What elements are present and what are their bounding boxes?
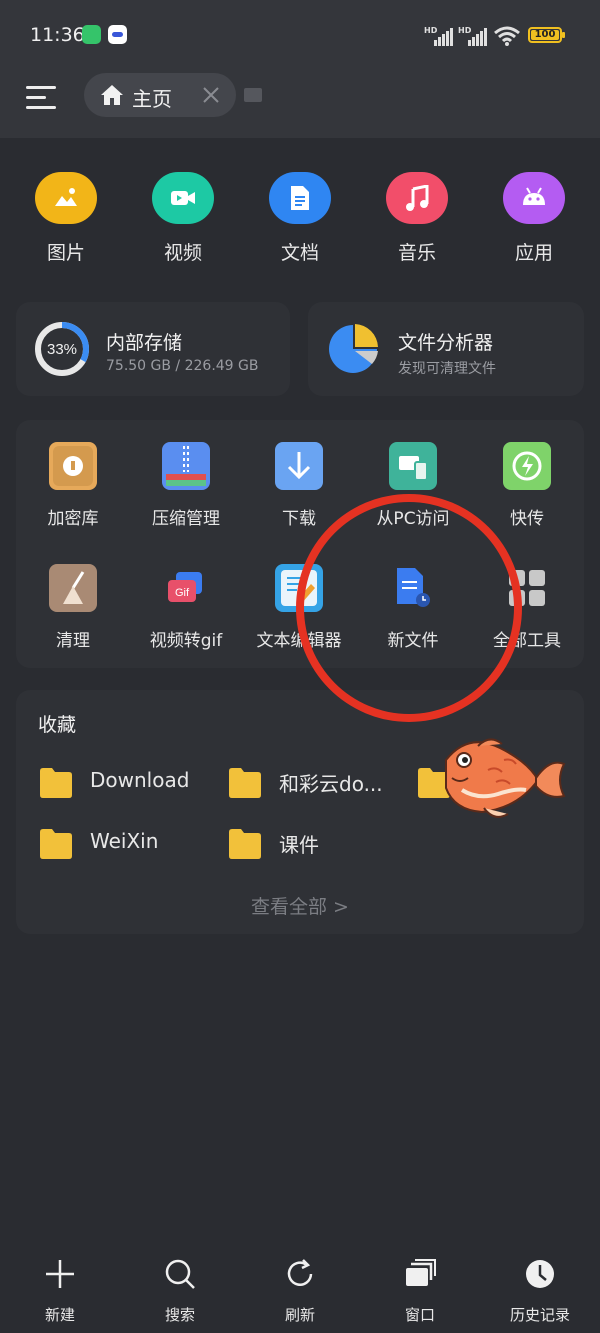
storage-percent: 33% bbox=[47, 341, 77, 358]
plus-icon bbox=[46, 1260, 74, 1288]
cell-signal-1-icon: HD bbox=[424, 26, 454, 46]
document-icon bbox=[269, 172, 331, 224]
gif-icon: Gif bbox=[162, 564, 210, 612]
category-documents[interactable]: 文档 bbox=[254, 172, 344, 272]
category-row: 图片 视频 文档 音乐 应用 bbox=[0, 172, 600, 272]
bottom-navigation: 新建 搜索 刷新 窗口 历史记录 bbox=[0, 1240, 600, 1333]
battery-icon: 100 bbox=[528, 27, 565, 43]
internal-storage-card[interactable]: 33% 内部存储 75.50 GB / 226.49 GB bbox=[16, 302, 290, 396]
cell-signal-2-icon: HD bbox=[458, 26, 488, 46]
status-time: 11:36 bbox=[30, 24, 85, 46]
nav-label: 搜索 bbox=[164, 1306, 195, 1324]
analyzer-title: 文件分析器 bbox=[398, 332, 494, 354]
broom-icon bbox=[49, 564, 97, 612]
category-label: 视频 bbox=[163, 242, 202, 264]
hamburger-menu-icon[interactable] bbox=[26, 84, 56, 110]
zip-icon bbox=[162, 442, 210, 490]
android-icon bbox=[503, 172, 565, 224]
mi-app-icon bbox=[82, 25, 101, 44]
close-icon[interactable] bbox=[200, 84, 222, 106]
safe-icon bbox=[49, 442, 97, 490]
category-images[interactable]: 图片 bbox=[20, 172, 110, 272]
tool-label: 视频转gif bbox=[149, 631, 223, 651]
nav-label: 历史记录 bbox=[509, 1306, 570, 1324]
view-all-link[interactable]: 查看全部 > bbox=[16, 892, 584, 919]
tab-label: 主页 bbox=[132, 87, 172, 111]
tool-vault[interactable]: 加密库 bbox=[16, 442, 130, 542]
category-label: 图片 bbox=[46, 242, 85, 264]
tabs-overview-icon[interactable] bbox=[244, 88, 262, 102]
folder-icon bbox=[40, 768, 72, 798]
battery-level: 100 bbox=[531, 30, 559, 40]
search-icon bbox=[165, 1259, 195, 1289]
refresh-icon bbox=[287, 1259, 313, 1286]
favorites-title: 收藏 bbox=[38, 714, 77, 736]
category-label: 应用 bbox=[514, 242, 553, 264]
nav-label: 新建 bbox=[44, 1306, 75, 1324]
folder-icon bbox=[229, 768, 261, 798]
nav-label: 窗口 bbox=[404, 1306, 435, 1324]
category-videos[interactable]: 视频 bbox=[137, 172, 227, 272]
annotation-circle bbox=[296, 494, 522, 722]
nav-windows[interactable]: 窗口 bbox=[360, 1240, 480, 1333]
pc-access-icon bbox=[389, 442, 437, 490]
nav-history[interactable]: 历史记录 bbox=[480, 1240, 600, 1333]
folder-name: 和彩云do... bbox=[279, 772, 383, 796]
tool-label: 加密库 bbox=[47, 509, 99, 529]
nav-new[interactable]: 新建 bbox=[0, 1240, 120, 1333]
folder-name: WeiXin bbox=[90, 829, 159, 853]
download-icon bbox=[275, 442, 323, 490]
windows-icon bbox=[406, 1259, 436, 1286]
tab-home[interactable]: 主页 bbox=[84, 73, 236, 117]
nav-label: 刷新 bbox=[284, 1306, 315, 1324]
network-type-label: HD bbox=[458, 26, 472, 35]
tool-label: 清理 bbox=[56, 631, 90, 651]
category-music[interactable]: 音乐 bbox=[371, 172, 461, 272]
folder-icon bbox=[229, 829, 261, 859]
storage-usage: 75.50 GB / 226.49 GB bbox=[106, 358, 259, 374]
clock-icon bbox=[526, 1260, 554, 1288]
music-icon bbox=[386, 172, 448, 224]
nav-search[interactable]: 搜索 bbox=[120, 1240, 240, 1333]
tool-cleaner[interactable]: 清理 bbox=[16, 564, 130, 664]
wifi-icon bbox=[494, 26, 520, 46]
video-icon bbox=[152, 172, 214, 224]
svg-text:Gif: Gif bbox=[175, 587, 190, 599]
pie-chart-icon bbox=[329, 324, 378, 373]
nav-refresh[interactable]: 刷新 bbox=[240, 1240, 360, 1333]
home-icon bbox=[101, 85, 123, 105]
analyzer-subtitle: 发现可清理文件 bbox=[398, 361, 496, 377]
quick-transfer-icon bbox=[503, 442, 551, 490]
folder-name: 课件 bbox=[279, 833, 319, 857]
storage-usage-ring: 33% bbox=[35, 322, 89, 376]
tool-label: 压缩管理 bbox=[152, 509, 220, 529]
tool-video-to-gif[interactable]: Gif 视频转gif bbox=[129, 564, 243, 664]
storage-title: 内部存储 bbox=[106, 332, 183, 354]
category-apps[interactable]: 应用 bbox=[488, 172, 578, 272]
file-analyzer-card[interactable]: 文件分析器 发现可清理文件 bbox=[308, 302, 584, 396]
category-label: 文档 bbox=[280, 242, 319, 264]
network-type-label: HD bbox=[424, 26, 438, 35]
app-header: 主页 bbox=[0, 70, 600, 138]
image-icon bbox=[35, 172, 97, 224]
notification-app-icon bbox=[108, 25, 127, 44]
status-bar: 11:36 HD HD 100 bbox=[0, 0, 600, 70]
folder-name: Download bbox=[90, 768, 190, 792]
tool-zip-manager[interactable]: 压缩管理 bbox=[129, 442, 243, 542]
koi-fish-sticker bbox=[445, 738, 566, 818]
category-label: 音乐 bbox=[397, 242, 436, 264]
folder-icon bbox=[40, 829, 72, 859]
